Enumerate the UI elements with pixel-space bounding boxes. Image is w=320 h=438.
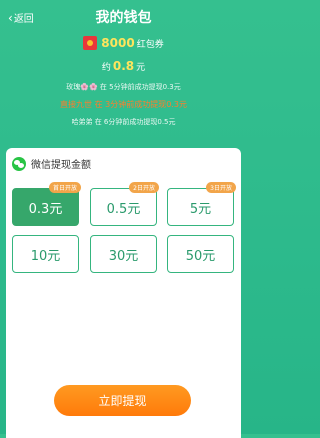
- open-day-badge: 首日开放: [48, 182, 81, 193]
- amount-value: 0.5元: [106, 201, 141, 217]
- news-item: 玫瑰🌸🌸 在 5分钟前成功提现0.3元: [66, 83, 181, 91]
- open-day-badge: 3日开放: [206, 182, 236, 193]
- approx-value-row: 约 0.8 元: [0, 59, 247, 73]
- withdraw-label: 微信提现金额: [31, 160, 91, 171]
- news-item: 哈弟弟 在 6分钟前成功提现0.5元: [71, 118, 176, 126]
- wechat-icon: [12, 156, 26, 171]
- page-title: 我的钱包: [95, 10, 152, 26]
- amount-value: 5元: [189, 201, 212, 217]
- wechat-withdraw-header: 微信提现金额: [12, 156, 91, 171]
- amount-option-0.3[interactable]: 0.3元 首日开放: [12, 182, 81, 226]
- approx-unit: 元: [136, 63, 146, 73]
- amount-option-10[interactable]: 10元: [12, 235, 79, 273]
- coupon-amount: 8000: [101, 36, 135, 50]
- amount-value: 10元: [30, 248, 61, 264]
- red-packet-icon: [83, 36, 98, 50]
- coupon-unit: 红包券: [136, 39, 164, 50]
- news-item: 直接九世 在 3分钟前成功提现0.3元: [60, 100, 187, 109]
- amount-value: 50元: [185, 248, 216, 264]
- approx-value: 0.8: [112, 59, 135, 73]
- amount-option-5[interactable]: 5元 3日开放: [167, 182, 236, 226]
- amount-option-30[interactable]: 30元: [90, 235, 157, 273]
- open-day-badge: 2日开放: [129, 182, 159, 193]
- approx-prefix: 约: [101, 63, 111, 73]
- amount-option-0.5[interactable]: 0.5元 2日开放: [90, 182, 159, 226]
- withdraw-submit-button[interactable]: 立即提现: [54, 385, 191, 416]
- amount-value: 0.3元: [28, 201, 63, 217]
- coupon-balance: 8000 红包券: [0, 36, 247, 50]
- amount-option-50[interactable]: 50元: [167, 235, 234, 273]
- top-bar: ‹ 返回 我的钱包: [0, 0, 247, 32]
- amount-value: 30元: [108, 248, 139, 264]
